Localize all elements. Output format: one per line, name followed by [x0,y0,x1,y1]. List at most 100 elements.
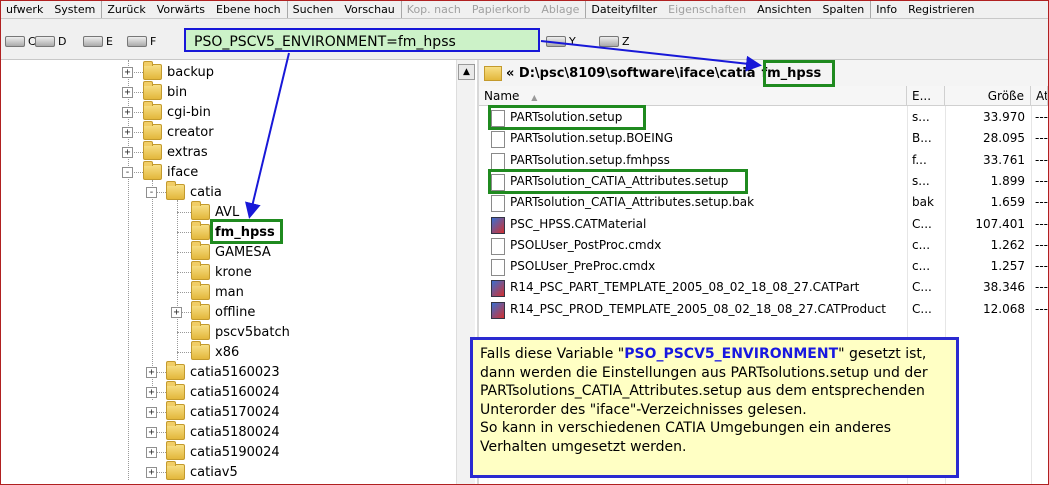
column-header-name[interactable]: Name ▲ [479,86,907,106]
column-name-label: Name [484,89,520,103]
file-size: 1.262 [990,237,1025,252]
file-row[interactable]: PARTsolution_CATIA_Attributes.setup.bak b… [479,192,1048,213]
tree-folder-label: catiav5 [190,464,238,480]
drive-e-button[interactable]: E [83,33,113,49]
menu-item-dateityfilter[interactable]: Dateityfilter [585,1,663,18]
file-name: R14_PSC_PROD_TEMPLATE_2005_08_02_18_08_2… [510,301,887,316]
expand-icon[interactable]: + [122,107,133,118]
expand-icon[interactable]: + [146,467,157,478]
tree-folder-iface[interactable]: iface [143,161,198,182]
file-ext: s... [912,110,930,124]
folder-icon [191,281,210,300]
scroll-up-arrow-icon[interactable]: ▲ [458,64,475,80]
menu-item-suchen[interactable]: Suchen [286,1,340,18]
column-header-size[interactable]: Größe [945,86,1031,106]
tree-folder-krone[interactable]: krone [191,261,252,282]
tree-folder-pscv5batch[interactable]: pscv5batch [191,321,290,342]
expand-icon[interactable]: + [122,127,133,138]
expand-icon[interactable]: + [146,407,157,418]
tree-folder-label: pscv5batch [215,324,290,340]
menu-item-spalten[interactable]: Spalten [817,1,870,18]
folder-icon [191,221,210,240]
menu-item-ablage[interactable]: Ablage [536,1,585,18]
file-row[interactable]: R14_PSC_PART_TEMPLATE_2005_08_02_18_08_2… [479,277,1048,298]
tree-folder-catia5170024[interactable]: catia5170024 [166,401,280,422]
drive-d-button[interactable]: D [35,33,66,49]
drive-z-button[interactable]: Z [599,33,630,49]
file-row[interactable]: PARTsolution.setup.BOEING B... 28.095 --- [479,128,1048,149]
expand-icon[interactable]: + [146,387,157,398]
file-attr: --- [1035,131,1048,146]
collapse-icon[interactable]: - [122,167,133,178]
path-prefix[interactable]: « D:\psc\8109\software\iface\catia [506,66,755,81]
file-attr: --- [1035,152,1048,167]
menu-item-vorwärts[interactable]: Vorwärts [152,1,211,18]
tree-folder-extras[interactable]: extras [143,141,208,162]
folder-icon [143,141,162,160]
drive-y-button[interactable]: Y [546,33,576,49]
file-row[interactable]: PSC_HPSS.CATMaterial C... 107.401 --- [479,214,1048,235]
folder-icon [191,241,210,260]
tree-guide-line [177,212,191,213]
file-row[interactable]: R14_PSC_PROD_TEMPLATE_2005_08_02_18_08_2… [479,299,1048,320]
expand-icon[interactable]: + [146,427,157,438]
folder-icon [166,461,185,480]
file-ext: s... [912,173,930,188]
tree-folder-catiav5[interactable]: catiav5 [166,461,238,482]
tree-folder-offline[interactable]: offline [191,301,255,322]
file-row[interactable]: PSOLUser_PreProc.cmdx c... 1.257 --- [479,256,1048,277]
menu-item-zurück[interactable]: Zurück [101,1,151,18]
highlight-path-folder [763,60,835,87]
file-row[interactable]: PARTsolution.setup.fmhpss f... 33.761 --- [479,150,1048,171]
tree-folder-catia5190024[interactable]: catia5190024 [166,441,280,462]
drive-f-button[interactable]: F [127,33,156,49]
tree-folder-gamesa[interactable]: GAMESA [191,241,271,262]
expand-icon[interactable]: + [146,367,157,378]
file-attr: --- [1035,195,1048,210]
column-header-attr[interactable]: Att [1031,86,1048,106]
menu-item-kop-nach[interactable]: Kop. nach [400,1,467,18]
tree-folder-creator[interactable]: creator [143,121,214,142]
tree-folder-backup[interactable]: backup [143,61,214,82]
expand-icon[interactable]: + [122,87,133,98]
expand-icon[interactable]: + [146,447,157,458]
tree-folder-bin[interactable]: bin [143,81,187,102]
tree-folder-label: catia5180024 [190,424,280,440]
menu-item-ebene-hoch[interactable]: Ebene hoch [211,1,287,18]
menu-item-eigenschaften[interactable]: Eigenschaften [663,1,752,18]
menu-item-ansichten[interactable]: Ansichten [752,1,817,18]
tree-folder-label: AVL [215,204,240,220]
file-ext: C... [912,301,932,316]
tree-folder-catia[interactable]: catia [166,181,222,202]
menu-item-papierkorb[interactable]: Papierkorb [467,1,536,18]
collapse-icon[interactable]: - [146,187,157,198]
menu-item-ufwerk[interactable]: ufwerk [1,1,49,18]
drive-c-button[interactable]: C [5,33,36,49]
file-size: 28.095 [983,131,1025,146]
file-row[interactable]: PSOLUser_PostProc.cmdx c... 1.262 --- [479,235,1048,256]
tree-folder-catia5180024[interactable]: catia5180024 [166,421,280,442]
tree-folder-catia5160023[interactable]: catia5160023 [166,361,280,382]
drive-label: D [58,34,67,48]
tree-folder-label: catia5190024 [190,444,280,460]
menu-item-registrieren[interactable]: Registrieren [903,1,980,18]
tree-folder-man[interactable]: man [191,281,244,302]
column-header-ext[interactable]: E... [907,86,945,106]
tree-guide-line [177,272,191,273]
tree-folder-label: catia [190,184,222,200]
file-attr: --- [1035,280,1048,295]
folder-icon [191,341,210,360]
tree-folder-cgi-bin[interactable]: cgi-bin [143,101,211,122]
file-name: PSC_HPSS.CATMaterial [510,216,647,231]
expand-icon[interactable]: + [122,67,133,78]
tree-guide-line [177,332,191,333]
tree-folder-catia5160024[interactable]: catia5160024 [166,381,280,402]
expand-icon[interactable]: + [171,307,182,318]
menu-item-system[interactable]: System [49,1,101,18]
menu-item-vorschau[interactable]: Vorschau [339,1,400,18]
tree-folder-label: krone [215,264,252,280]
tree-folder-x86[interactable]: x86 [191,341,239,362]
menu-item-info[interactable]: Info [870,1,903,18]
expand-icon[interactable]: + [122,147,133,158]
note-line-4: Unterorder des "iface"-Verzeichnisses ge… [480,401,807,418]
